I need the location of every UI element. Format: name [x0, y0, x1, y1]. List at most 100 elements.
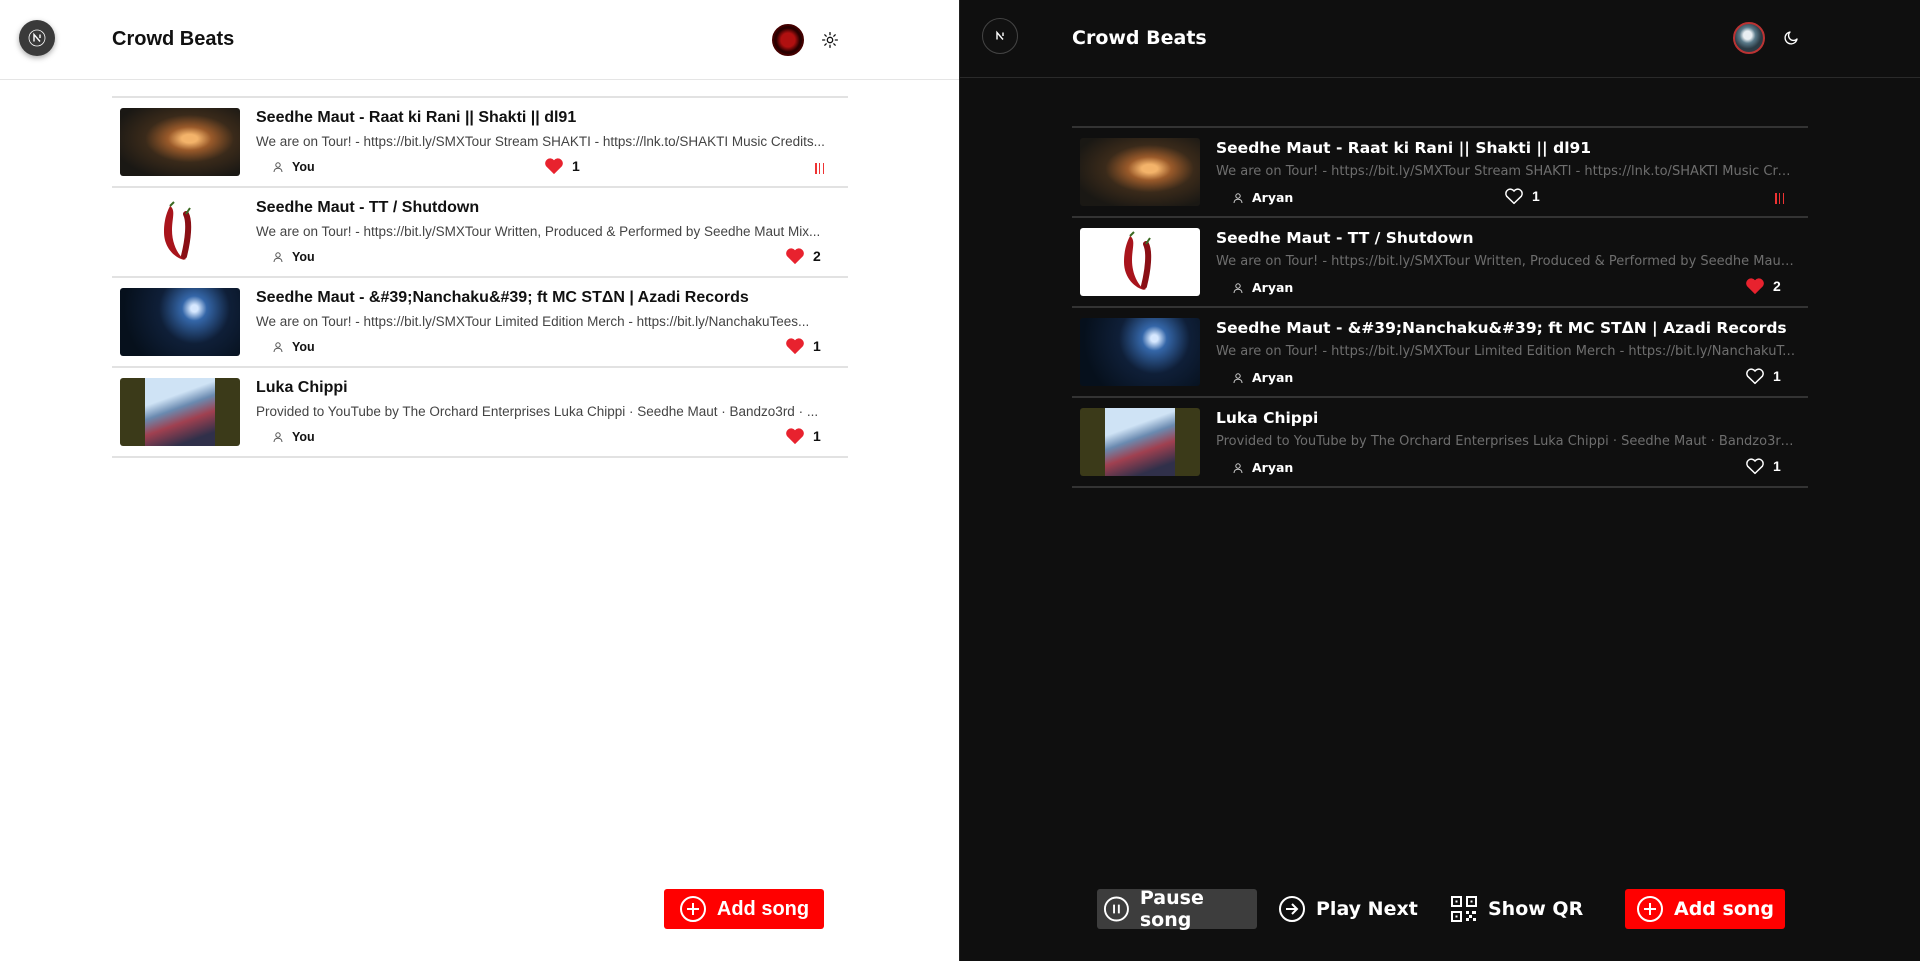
song-title: Seedhe Maut - &#39;Nanchaku&#39; ft MC S…	[256, 289, 749, 306]
add-song-button[interactable]: Add song	[664, 889, 824, 929]
theme-toggle-button[interactable]	[1779, 26, 1803, 50]
added-by: Aryan	[1232, 370, 1293, 385]
added-by: Aryan	[1232, 460, 1293, 475]
like-button[interactable]: 1	[1504, 187, 1540, 205]
added-by-label: You	[292, 340, 315, 354]
song-description: We are on Tour! - https://bit.ly/SMXTour…	[1216, 254, 1796, 269]
avatar[interactable]	[1733, 22, 1765, 54]
like-count: 2	[813, 248, 821, 264]
pause-circle-icon	[1103, 896, 1129, 922]
theme-toggle-button[interactable]	[818, 28, 842, 52]
song-description: Provided to YouTube by The Orchard Enter…	[1216, 434, 1796, 449]
song-queue: Seedhe Maut - Raat ki Rani || Shakti || …	[112, 96, 848, 458]
chili-pepper-icon	[1124, 231, 1152, 290]
song-row[interactable]: Luka Chippi Provided to YouTube by The O…	[112, 368, 848, 458]
heart-icon	[1746, 368, 1764, 385]
like-button[interactable]: 1	[1745, 367, 1781, 385]
show-qr-button[interactable]: Show QR	[1450, 889, 1583, 929]
song-description: We are on Tour! - https://bit.ly/SMXTour…	[256, 314, 810, 329]
song-thumbnail	[1080, 408, 1200, 476]
dark-theme-pane: Crowd Beats Seedhe Maut - Raat ki Rani |…	[959, 0, 1920, 961]
avatar[interactable]	[772, 24, 804, 56]
song-title: Seedhe Maut - Raat ki Rani || Shakti || …	[256, 109, 577, 126]
header-divider	[960, 77, 1920, 78]
song-row[interactable]: Seedhe Maut - &#39;Nanchaku&#39; ft MC S…	[112, 278, 848, 368]
song-row[interactable]: Seedhe Maut - &#39;Nanchaku&#39; ft MC S…	[1072, 308, 1808, 398]
added-by-label: Aryan	[1252, 280, 1294, 295]
pause-song-button[interactable]: Pause song	[1097, 887, 1257, 931]
heart-icon	[786, 428, 804, 445]
show-qr-label: Show QR	[1488, 898, 1584, 920]
song-title: Seedhe Maut - TT / Shutdown	[1216, 229, 1474, 247]
song-row[interactable]: Seedhe Maut - Raat ki Rani || Shakti || …	[112, 98, 848, 188]
like-count: 1	[1773, 368, 1781, 384]
header-divider	[0, 79, 959, 80]
app-title: Crowd Beats	[1072, 27, 1207, 49]
add-song-label: Add song	[1673, 898, 1774, 920]
qr-code-icon	[1451, 896, 1477, 922]
song-description: We are on Tour! - https://bit.ly/SMXTour…	[256, 224, 821, 239]
plus-circle-icon	[679, 896, 706, 922]
like-button[interactable]: 1	[785, 427, 821, 445]
like-button[interactable]: 1	[544, 157, 580, 175]
heart-icon	[1505, 188, 1523, 205]
chili-pepper-icon	[164, 201, 192, 260]
add-song-button[interactable]: Add song	[1625, 889, 1785, 929]
heart-icon	[786, 338, 804, 355]
song-thumbnail	[1080, 228, 1200, 296]
equalizer-icon	[1775, 193, 1784, 204]
equalizer-icon	[815, 163, 824, 174]
added-by: Aryan	[1232, 190, 1293, 205]
song-title: Seedhe Maut - TT / Shutdown	[256, 199, 480, 216]
app-logo[interactable]	[982, 18, 1018, 54]
song-title: Luka Chippi	[256, 379, 348, 396]
song-row[interactable]: Seedhe Maut - Raat ki Rani || Shakti || …	[1072, 128, 1808, 218]
like-button[interactable]: 2	[1745, 277, 1781, 295]
like-button[interactable]: 1	[1745, 457, 1781, 475]
added-by-label: Aryan	[1252, 190, 1294, 205]
sun-icon	[822, 32, 838, 48]
like-button[interactable]: 1	[785, 337, 821, 355]
add-song-label: Add song	[716, 897, 810, 920]
arrow-right-circle-icon	[1279, 896, 1305, 922]
song-row[interactable]: Seedhe Maut - TT / Shutdown We are on To…	[1072, 218, 1808, 308]
song-title: Seedhe Maut - Raat ki Rani || Shakti || …	[1216, 139, 1592, 157]
added-by: Aryan	[1232, 280, 1293, 295]
added-by-label: You	[292, 160, 315, 174]
n-logo-icon	[28, 29, 46, 47]
user-icon	[1233, 192, 1243, 203]
song-queue: Seedhe Maut - Raat ki Rani || Shakti || …	[1072, 126, 1808, 488]
heart-icon	[545, 158, 563, 175]
song-thumbnail	[120, 378, 240, 446]
heart-icon	[786, 248, 804, 265]
play-next-button[interactable]: Play Next	[1278, 889, 1418, 929]
plus-circle-icon	[1636, 896, 1663, 922]
song-title: Luka Chippi	[1216, 409, 1319, 427]
like-button[interactable]: 2	[785, 247, 821, 265]
like-count: 2	[1773, 278, 1781, 294]
song-description: We are on Tour! - https://bit.ly/SMXTour…	[256, 134, 825, 149]
user-icon	[1233, 282, 1243, 293]
added-by: You	[272, 340, 315, 354]
heart-icon	[1746, 458, 1764, 475]
song-thumbnail	[120, 198, 240, 266]
app-logo[interactable]	[19, 20, 55, 56]
app-title: Crowd Beats	[112, 28, 235, 50]
added-by: You	[272, 160, 315, 174]
added-by-label: Aryan	[1252, 460, 1294, 475]
like-count: 1	[1773, 458, 1781, 474]
song-row[interactable]: Seedhe Maut - TT / Shutdown We are on To…	[112, 188, 848, 278]
song-thumbnail	[1080, 318, 1200, 386]
user-icon	[273, 342, 283, 353]
like-count: 1	[813, 428, 821, 444]
user-icon	[1233, 372, 1243, 383]
song-description: We are on Tour! - https://bit.ly/SMXTour…	[1216, 344, 1796, 359]
song-thumbnail	[120, 108, 240, 176]
n-logo-icon	[996, 30, 1004, 40]
added-by-label: You	[292, 430, 315, 444]
moon-icon	[1784, 31, 1798, 45]
user-icon	[273, 162, 283, 173]
user-icon	[273, 432, 283, 443]
song-description: We are on Tour! - https://bit.ly/SMXTour…	[1216, 164, 1796, 179]
song-row[interactable]: Luka Chippi Provided to YouTube by The O…	[1072, 398, 1808, 488]
